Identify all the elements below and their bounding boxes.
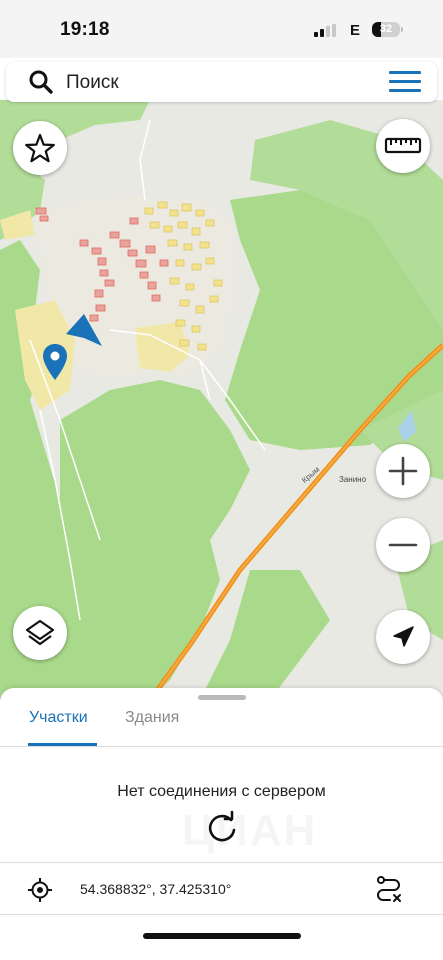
divider <box>0 914 443 915</box>
star-icon <box>25 133 55 163</box>
coordinates-text: 54.368832°, 37.425310° <box>80 881 232 897</box>
connection-error-message: Нет соединения с сервером <box>117 783 326 800</box>
search-input[interactable] <box>64 66 368 100</box>
tab-buildings[interactable]: Здания <box>125 709 179 727</box>
layers-icon <box>25 619 55 646</box>
place-label: Занино <box>339 475 367 484</box>
search-bar <box>6 62 437 102</box>
battery-icon: 32 <box>372 22 400 37</box>
search-icon[interactable] <box>28 69 54 95</box>
map-pin-icon[interactable] <box>42 343 68 381</box>
favorites-button[interactable] <box>13 121 67 175</box>
plus-icon <box>388 456 418 486</box>
home-indicator[interactable] <box>143 933 301 939</box>
locate-me-button[interactable] <box>376 610 430 664</box>
minus-icon <box>388 543 418 547</box>
battery-level: 32 <box>379 23 393 35</box>
status-time: 19:18 <box>60 19 110 40</box>
hamburger-menu-icon[interactable] <box>389 70 421 94</box>
navigation-arrow-icon <box>393 626 414 647</box>
battery-cap <box>401 27 403 32</box>
cellular-signal-icon <box>314 24 340 37</box>
divider <box>0 746 443 747</box>
status-bar: 19:18 E 32 <box>0 0 443 58</box>
tab-parcels[interactable]: Участки <box>29 709 88 727</box>
divider <box>0 862 443 863</box>
refresh-icon[interactable] <box>204 810 240 846</box>
forest-area <box>200 570 330 700</box>
layers-button[interactable] <box>13 606 67 660</box>
heading-arrow-icon <box>66 314 102 346</box>
network-type: E <box>350 22 361 39</box>
bottom-panel: Участки Здания ЦИАН Нет соединения с сер… <box>0 688 443 960</box>
drag-handle[interactable] <box>198 695 246 700</box>
ruler-button[interactable] <box>376 119 430 173</box>
crosshair-target-icon <box>28 878 52 902</box>
route-icon[interactable] <box>374 874 404 904</box>
zoom-out-button[interactable] <box>376 518 430 572</box>
watermark: ЦИАН <box>182 806 317 856</box>
zoom-in-button[interactable] <box>376 444 430 498</box>
ruler-icon <box>384 137 422 154</box>
map-view[interactable]: Крым Занино <box>0 100 443 700</box>
